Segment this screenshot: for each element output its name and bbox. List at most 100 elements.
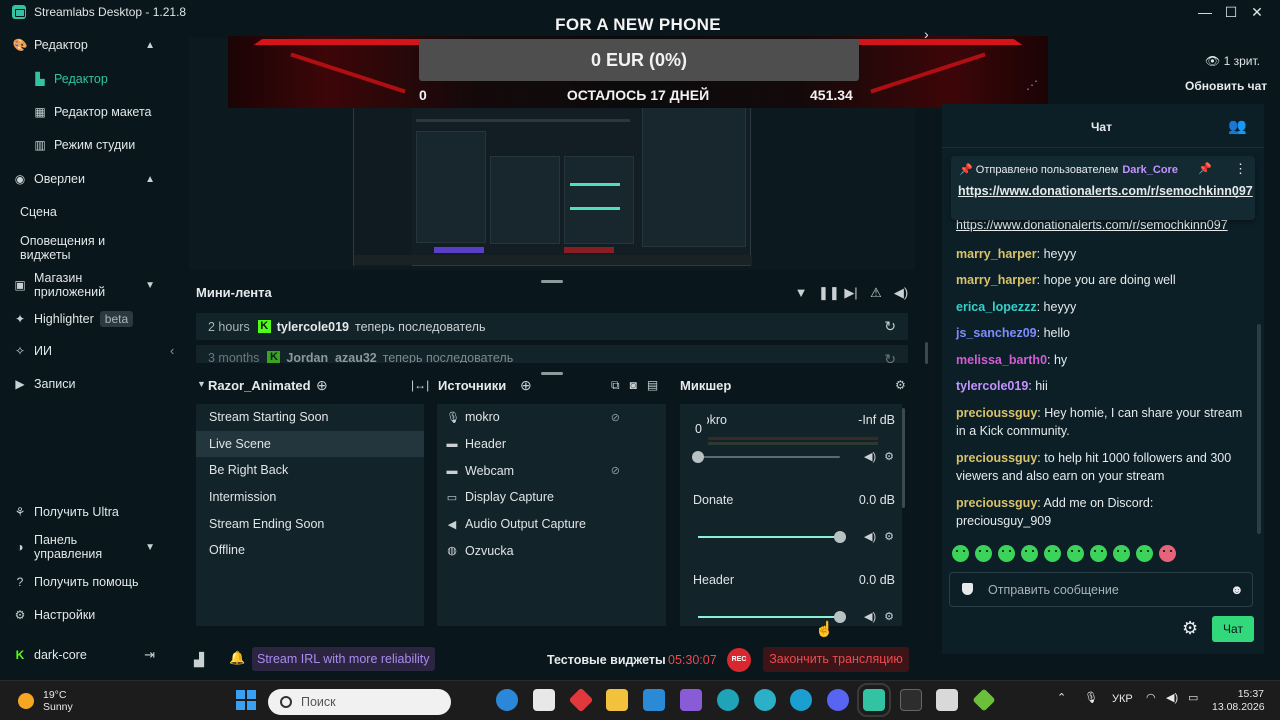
source-item[interactable]: ▭ Display Capture (437, 484, 666, 511)
edge-icon[interactable] (717, 689, 739, 711)
volume-tray-icon[interactable]: ◀) (1166, 691, 1178, 704)
chat-scrollbar[interactable] (1257, 324, 1261, 534)
irl-promo-link[interactable]: Stream IRL with more reliability (252, 647, 435, 671)
chat-username[interactable]: precioussguy (956, 406, 1037, 420)
chat-username[interactable]: erica_lopezzz (956, 300, 1037, 314)
weather-widget[interactable]: 19°C Sunny (18, 689, 73, 713)
sidebar-item-scene[interactable]: Сцена (0, 205, 183, 219)
help-app-icon[interactable] (496, 689, 518, 711)
emote-icon[interactable] (975, 545, 992, 562)
hidden-eye-icon[interactable]: ⊘ (611, 411, 620, 424)
test-widgets-button[interactable]: Тестовые виджеты (547, 653, 666, 667)
chat-link[interactable]: https://www.donationalerts.com/r/semochk… (956, 218, 1228, 232)
taskbar-clock[interactable]: 15:37 13.08.2026 (1212, 688, 1265, 714)
gear-icon[interactable]: ⚙ (884, 530, 894, 543)
taskbar-search[interactable]: Поиск (268, 689, 451, 715)
sidebar-overlays-group[interactable]: ◉ Оверлеи ▲ (0, 172, 183, 186)
mixer-scrollbar[interactable] (902, 408, 905, 508)
discord-icon[interactable] (827, 689, 849, 711)
scenes-collection-title[interactable]: Razor_Animated (208, 378, 311, 393)
edge-dev-icon[interactable] (790, 689, 812, 711)
sidebar-item-ai[interactable]: ✧ ИИ (0, 344, 183, 358)
volume-icon[interactable]: ◀) (893, 285, 909, 301)
source-item[interactable]: ◍ Ozvucka (437, 537, 666, 564)
camera-icon[interactable]: ◙ (630, 378, 637, 393)
edge-beta-icon[interactable] (754, 689, 776, 711)
microphone-tray-icon[interactable]: 🎙 (1084, 691, 1098, 704)
share-icon[interactable]: ⋰ (1026, 78, 1038, 92)
add-scene-icon[interactable]: ⊕ (316, 377, 328, 394)
scene-item[interactable]: Be Right Back (196, 457, 424, 484)
sidebar-item-highlighter[interactable]: ✦ Highlighter beta (0, 311, 183, 327)
unpin-icon[interactable]: 📌 (1198, 162, 1212, 175)
speaker-icon[interactable]: ◀) (864, 530, 876, 543)
scene-item[interactable]: Live Scene (196, 430, 424, 458)
sidebar-item-editor[interactable]: ▙ Редактор (0, 72, 183, 86)
emote-icon[interactable] (1067, 545, 1084, 562)
minimize-button[interactable]: — (1192, 3, 1218, 21)
sidebar-item-alerts[interactable]: Оповещения и виджеты (0, 234, 140, 262)
volume-slider[interactable] (692, 451, 840, 463)
performance-icon[interactable]: ▟ (194, 652, 204, 668)
refresh-chat-button[interactable]: Обновить чат (1185, 79, 1267, 93)
skip-icon[interactable]: ▶| (843, 285, 859, 301)
notification-bell-icon[interactable]: 🔔 (229, 650, 245, 666)
chat-users-icon[interactable]: 👥 (1228, 117, 1247, 135)
send-chat-button[interactable]: Чат (1212, 616, 1254, 642)
wifi-icon[interactable]: ◠ (1146, 691, 1156, 704)
app-icon[interactable] (568, 687, 594, 713)
sidebar-item-studio-mode[interactable]: ▥ Режим студии (0, 138, 183, 152)
sidebar-editor-group[interactable]: 🎨 Редактор ▲ (0, 38, 183, 52)
hidden-eye-icon[interactable]: ⊘ (611, 464, 620, 477)
stream-preview[interactable] (189, 38, 915, 270)
tray-expand-icon[interactable]: ⌃ (1057, 691, 1066, 704)
store-app-icon[interactable] (533, 689, 555, 711)
chevron-down-icon[interactable]: ⌄ (1232, 188, 1241, 201)
source-properties-icon[interactable]: ⧉ (611, 378, 620, 393)
sidebar-item-layout-editor[interactable]: ▦ Редактор макета (0, 105, 183, 119)
source-item[interactable]: ◀ Audio Output Capture (437, 511, 666, 538)
scene-item[interactable]: Stream Ending Soon (196, 511, 424, 538)
emote-icon[interactable] (998, 545, 1015, 562)
source-item[interactable]: ▬ Webcam ⊘ (437, 457, 666, 484)
terminal-icon[interactable] (900, 689, 922, 711)
chevron-right-icon[interactable]: › (924, 26, 929, 42)
resize-handle[interactable] (541, 372, 563, 375)
gear-icon[interactable]: ⚙ (884, 610, 894, 623)
add-source-icon[interactable]: ⊕ (520, 377, 532, 394)
emote-icon[interactable] (1136, 545, 1153, 562)
sidebar-item-ultra[interactable]: ⚘ Получить Ultra (0, 505, 183, 519)
scene-item[interactable]: Offline (196, 537, 424, 564)
filter-icon[interactable]: ▼ (793, 285, 809, 301)
source-item[interactable]: 🎙 mokro ⊘ (437, 404, 666, 431)
volume-knob[interactable] (834, 611, 846, 623)
replay-icon[interactable]: ↻ (884, 318, 896, 335)
replay-icon[interactable]: ↻ (884, 351, 896, 363)
scene-item[interactable]: Intermission (196, 484, 424, 511)
sidebar-item-settings[interactable]: ⚙ Настройки (0, 608, 183, 622)
speaker-icon[interactable]: ◀) (864, 450, 876, 463)
windows-start-icon[interactable] (235, 689, 257, 711)
input-language[interactable]: УКР (1112, 693, 1133, 705)
pause-icon[interactable]: ❚❚ (818, 285, 840, 301)
chat-username[interactable]: js_sanchez09 (956, 326, 1037, 340)
logout-icon[interactable]: ⇥ (144, 647, 155, 663)
minecraft-icon[interactable] (972, 688, 996, 712)
volume-knob[interactable] (692, 451, 704, 463)
battery-icon[interactable]: ▭ (1188, 691, 1198, 704)
file-explorer-icon[interactable] (606, 689, 628, 711)
sidebar-account[interactable]: K dark-core ⇥ (0, 647, 183, 663)
sidebar-item-recordings[interactable]: ▶ Записи (0, 377, 183, 391)
emote-icon[interactable] (1159, 545, 1176, 562)
close-button[interactable]: ✕ (1244, 3, 1270, 21)
speaker-icon[interactable]: ◀) (864, 610, 876, 623)
mute-notifications-icon[interactable]: ⚠ (868, 285, 884, 301)
transition-icon[interactable]: |↔| (411, 378, 429, 392)
gear-icon[interactable]: ⚙ (884, 450, 894, 463)
chat-username[interactable]: precioussguy (956, 496, 1037, 510)
maximize-button[interactable]: ☐ (1218, 3, 1244, 21)
volume-slider[interactable] (698, 611, 846, 623)
volume-knob[interactable] (834, 531, 846, 543)
chat-username[interactable]: tylercole019 (956, 379, 1028, 393)
volume-slider[interactable] (698, 531, 846, 543)
